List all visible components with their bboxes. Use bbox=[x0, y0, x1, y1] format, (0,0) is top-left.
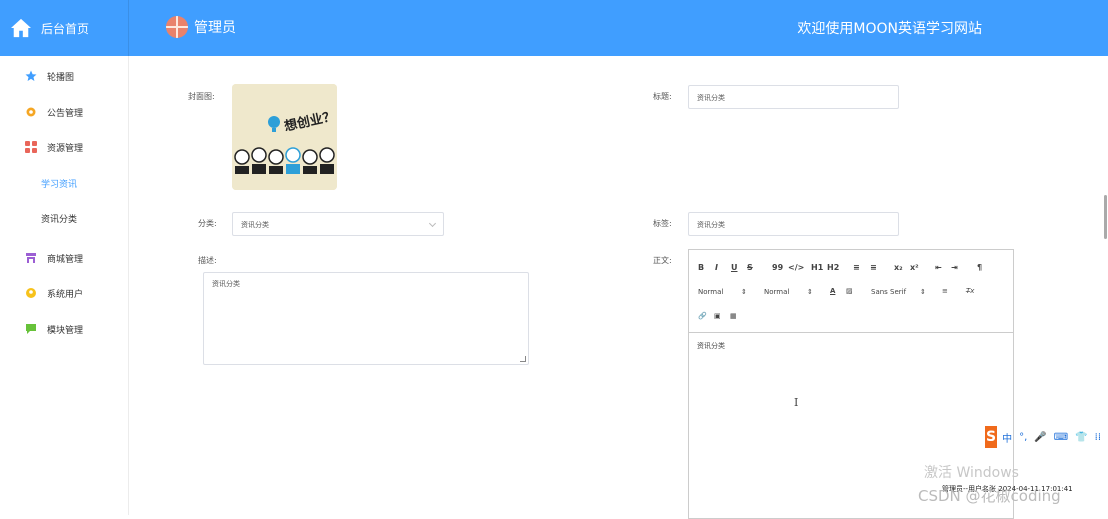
body-label: 正文: bbox=[653, 256, 672, 265]
cover-image[interactable]: 想创业？ bbox=[232, 84, 337, 190]
grid-icon bbox=[25, 141, 37, 153]
star-icon bbox=[25, 70, 37, 81]
title-label: 标题: bbox=[653, 92, 672, 101]
sidebar-item-label: 公告管理 bbox=[47, 108, 84, 119]
editor-toolbar: B I U S 99 </> H1 H2 ≡ ≡ x₂ x² ⇤ ⇥ ¶ Nor… bbox=[689, 250, 1013, 333]
bold-button[interactable]: B bbox=[698, 263, 704, 272]
cover-illustration: 想创业？ bbox=[232, 84, 337, 190]
brand-label: 后台首页 bbox=[41, 21, 90, 36]
sidebar-item-label: 学习资讯 bbox=[41, 179, 78, 190]
font-select[interactable]: Sans Serif bbox=[871, 288, 906, 296]
rtl-button[interactable]: ¶ bbox=[977, 263, 982, 272]
category-label: 分类: bbox=[198, 219, 217, 228]
sidebar-item-carousel[interactable]: 轮播图 bbox=[0, 65, 129, 87]
desc-label: 描述: bbox=[198, 256, 217, 265]
activate-windows-watermark: 激活 Windows bbox=[924, 465, 1019, 481]
sidebar-item-label: 轮播图 bbox=[47, 72, 75, 83]
clear-format-icon[interactable]: T̶x bbox=[966, 287, 974, 295]
image-icon[interactable]: ▣ bbox=[714, 312, 721, 320]
chevron-updown-icon: ⇕ bbox=[920, 288, 926, 296]
h2-button[interactable]: H2 bbox=[827, 263, 839, 272]
ime-lang[interactable]: 中 bbox=[1002, 430, 1012, 445]
sidebar-item-system-users[interactable]: 系统用户 bbox=[0, 282, 129, 304]
sidebar-item-news-category[interactable]: 资讯分类 bbox=[0, 207, 129, 229]
ordered-list-button[interactable]: ≡ bbox=[853, 263, 860, 272]
size-select[interactable]: Normal bbox=[764, 288, 789, 296]
tags-label: 标签: bbox=[653, 219, 672, 228]
sidebar-item-resources[interactable]: 资源管理 bbox=[0, 136, 129, 158]
strike-button[interactable]: S bbox=[747, 263, 753, 272]
user-menu[interactable]: 管理员 bbox=[166, 16, 236, 38]
desc-value: 资讯分类 bbox=[212, 280, 240, 288]
background-color-icon[interactable]: ▨ bbox=[846, 287, 853, 295]
tags-input[interactable]: 资讯分类 bbox=[688, 212, 899, 236]
align-icon[interactable]: ≡ bbox=[942, 287, 948, 295]
shop-icon bbox=[26, 253, 36, 263]
bullet-list-button[interactable]: ≡ bbox=[870, 263, 877, 272]
microphone-icon[interactable]: 🎤 bbox=[1034, 432, 1046, 443]
sidebar-item-modules[interactable]: 模块管理 bbox=[0, 318, 129, 340]
link-icon[interactable]: 🔗 bbox=[698, 312, 707, 320]
ime-punct[interactable]: °, bbox=[1019, 432, 1027, 443]
top-bar: 后台首页 管理员 欢迎使用MOON英语学习网站 bbox=[0, 0, 1108, 56]
menu-grid-icon[interactable]: ⁞⁞ bbox=[1095, 432, 1101, 443]
skin-icon[interactable]: 👕 bbox=[1075, 432, 1087, 443]
gear-icon bbox=[26, 107, 36, 117]
sidebar-item-notice[interactable]: 公告管理 bbox=[0, 101, 129, 123]
welcome-text: 欢迎使用MOON英语学习网站 bbox=[797, 21, 982, 37]
indent-button[interactable]: ⇥ bbox=[951, 263, 958, 272]
csdn-watermark: CSDN @花椒coding bbox=[918, 487, 1061, 505]
underline-button[interactable]: U bbox=[731, 263, 738, 272]
user-icon bbox=[26, 288, 36, 298]
main-form: 封面图: 想创业？ 标题: 资讯分类 分类: 资讯分类 标签: 资讯分类 描述:… bbox=[130, 56, 1108, 519]
editor-content[interactable]: 资讯分类 bbox=[697, 341, 725, 351]
desc-textarea[interactable]: 资讯分类 bbox=[203, 272, 529, 365]
brand-home-link[interactable]: 后台首页 bbox=[0, 0, 129, 56]
chevron-updown-icon: ⇕ bbox=[741, 288, 747, 296]
sogou-logo-icon: S bbox=[985, 426, 998, 448]
sidebar-item-label: 商城管理 bbox=[47, 254, 84, 265]
video-icon[interactable]: ▦ bbox=[730, 312, 737, 320]
subscript-button[interactable]: x₂ bbox=[894, 263, 903, 272]
sidebar-item-label: 资讯分类 bbox=[41, 214, 78, 225]
category-select[interactable]: 资讯分类 bbox=[232, 212, 444, 236]
sidebar-item-study-news[interactable]: 学习资讯 bbox=[0, 172, 129, 194]
outdent-button[interactable]: ⇤ bbox=[935, 263, 942, 272]
avatar bbox=[166, 16, 188, 38]
cover-label: 封面图: bbox=[188, 92, 215, 101]
superscript-button[interactable]: x² bbox=[910, 263, 919, 272]
italic-button[interactable]: I bbox=[715, 263, 718, 272]
category-value: 资讯分类 bbox=[241, 221, 269, 229]
ime-toolbar[interactable]: S 中 °, 🎤 ⌨ 👕 ⁞⁞ bbox=[985, 426, 1108, 448]
blockquote-button[interactable]: 99 bbox=[772, 263, 783, 272]
resize-handle-icon[interactable] bbox=[520, 356, 526, 362]
chevron-updown-icon: ⇕ bbox=[807, 288, 813, 296]
h1-button[interactable]: H1 bbox=[811, 263, 823, 272]
header-select[interactable]: Normal bbox=[698, 288, 723, 296]
mouse-cursor-icon: I bbox=[794, 396, 799, 409]
code-button[interactable]: </> bbox=[788, 263, 804, 272]
chat-icon bbox=[26, 324, 36, 334]
page-scrollbar[interactable] bbox=[1104, 195, 1107, 239]
title-input[interactable]: 资讯分类 bbox=[688, 85, 899, 109]
sidebar-item-label: 系统用户 bbox=[47, 289, 84, 300]
sidebar: 轮播图 公告管理 资源管理 学习资讯 资讯分类 商城管理 系统用户 模块管理 bbox=[0, 56, 129, 515]
keyboard-icon[interactable]: ⌨ bbox=[1054, 432, 1068, 443]
font-color-icon[interactable]: A bbox=[830, 287, 835, 295]
sidebar-item-label: 模块管理 bbox=[47, 325, 84, 336]
sidebar-item-label: 资源管理 bbox=[47, 143, 84, 154]
home-icon bbox=[11, 18, 31, 38]
sidebar-item-shop[interactable]: 商城管理 bbox=[0, 247, 129, 269]
user-label: 管理员 bbox=[194, 20, 236, 36]
chevron-down-icon bbox=[428, 219, 437, 228]
